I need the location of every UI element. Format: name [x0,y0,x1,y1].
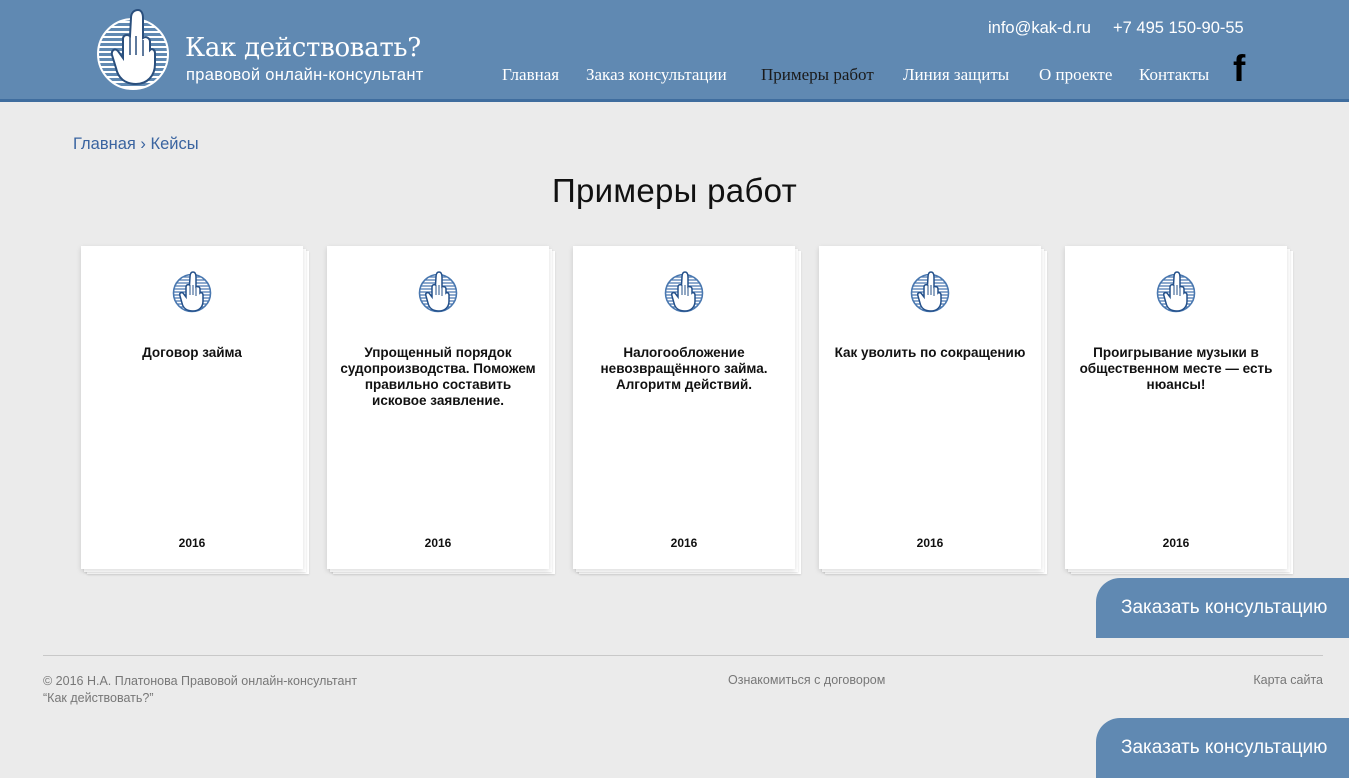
card-year: 2016 [424,536,452,550]
nav-item-about[interactable]: О проекте [1039,65,1112,85]
hand-logo-icon [97,8,169,90]
raised-hand-icon [664,271,704,313]
logo-title: Как действовать? [185,33,421,63]
card-body: Проигрывание музыки в общественном месте… [1065,246,1287,569]
raised-hand-icon [418,271,458,313]
footer-copyright: © 2016 Н.А. Платонова Правовой онлайн-ко… [43,673,357,707]
facebook-icon[interactable]: f [1233,50,1245,87]
page-title: Примеры работ [551,172,798,209]
breadcrumb-separator: › [140,135,146,153]
raised-hand-icon [172,271,212,313]
footer-copyright-line: “Как действовать?” [43,691,154,705]
card-title: Упрощенный порядок судопроизводства. Пом… [340,345,536,408]
phone-link[interactable]: +7 495 150-90-55 [1113,19,1244,38]
nav-item-defense-line[interactable]: Линия защиты [903,65,1009,85]
raised-hand-icon [910,271,950,313]
case-card[interactable]: Как уволить по сокращению 2016 [819,246,1047,574]
contract-link[interactable]: Ознакомиться с договором [728,673,885,687]
order-consultation-button[interactable]: Заказать консультацию [1096,718,1349,778]
nav-item-home[interactable]: Главная [502,65,559,85]
card-body: Как уволить по сокращению 2016 [819,246,1041,569]
card-body: Договор займа 2016 [81,246,303,569]
card-title: Как уволить по сокращению [834,345,1026,360]
case-card[interactable]: Упрощенный порядок судопроизводства. Пом… [327,246,555,574]
case-card[interactable]: Договор займа 2016 [81,246,309,574]
card-body: Упрощенный порядок судопроизводства. Пом… [327,246,549,569]
site-header: Как действовать? правовой онлайн-консуль… [0,0,1349,102]
card-title: Проигрывание музыки в общественном месте… [1079,345,1273,392]
footer-copyright-line: © 2016 Н.А. Платонова Правовой онлайн-ко… [43,674,358,688]
raised-hand-icon [1156,271,1196,313]
card-year: 2016 [670,536,698,550]
card-year: 2016 [1162,536,1190,550]
breadcrumb: Главная › Кейсы [73,135,199,154]
order-consultation-button[interactable]: Заказать консультацию [1096,578,1349,638]
logo-subtitle: правовой онлайн-консультант [186,66,424,84]
nav-item-work-examples[interactable]: Примеры работ [761,65,874,85]
sitemap-link[interactable]: Карта сайта [1253,673,1323,687]
card-body: Налогообложение невозвращённого займа. А… [573,246,795,569]
card-year: 2016 [178,536,206,550]
card-title: Договор займа [142,345,242,360]
footer-divider [43,655,1323,656]
card-year: 2016 [916,536,944,550]
case-card[interactable]: Налогообложение невозвращённого займа. А… [573,246,801,574]
breadcrumb-current[interactable]: Кейсы [151,135,199,153]
nav-item-contacts[interactable]: Контакты [1139,65,1209,85]
case-card[interactable]: Проигрывание музыки в общественном месте… [1065,246,1293,574]
email-link[interactable]: info@kak-d.ru [988,19,1091,38]
nav-item-order-consultation[interactable]: Заказ консультации [586,65,727,85]
site-logo[interactable]: Как действовать? правовой онлайн-консуль… [96,8,456,94]
breadcrumb-home[interactable]: Главная [73,135,136,153]
card-title: Налогообложение невозвращённого займа. А… [600,345,768,392]
